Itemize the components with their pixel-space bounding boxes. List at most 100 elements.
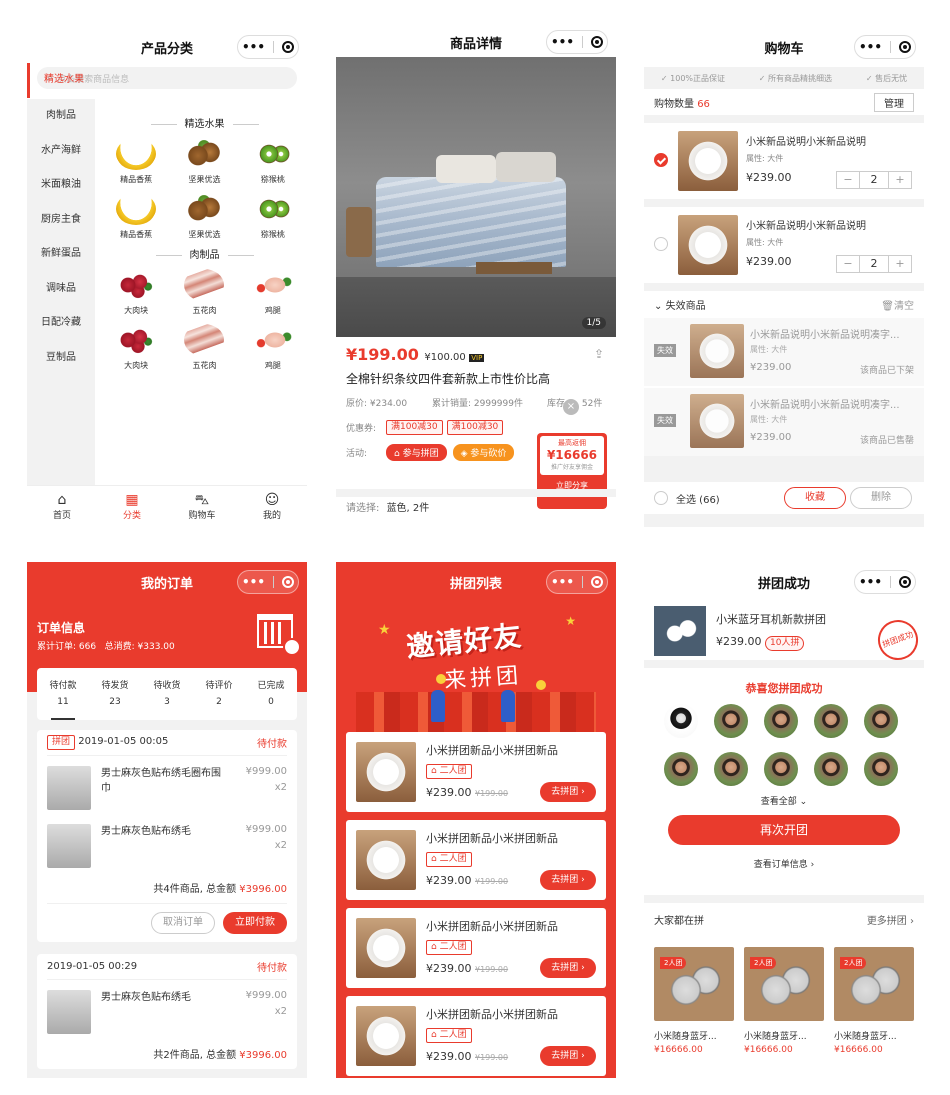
- cart-item[interactable]: 小米新品说明小米新品说明 属性: 大件 ¥239.00−2 +: [644, 207, 924, 283]
- tab-mine[interactable]: ☺ 我的: [237, 486, 307, 527]
- order-item[interactable]: 男士麻灰色贴布绣毛圈布围巾 ¥999.00 x2: [47, 762, 287, 814]
- group-item[interactable]: 小米拼团新品小米拼团新品 ⌂ 二人团 ¥239.00 ¥199.00 去拼团 ›: [346, 908, 606, 988]
- collect-button[interactable]: 收藏: [784, 487, 846, 509]
- sidebar-item[interactable]: 调味品: [27, 272, 95, 307]
- sidebar-item[interactable]: 豆制品: [27, 341, 95, 376]
- join-group-button[interactable]: 去拼团 ›: [540, 958, 596, 978]
- more-icon[interactable]: •••: [859, 40, 882, 54]
- capsule-menu[interactable]: •••: [546, 570, 608, 594]
- group-size-tag: ⌂ 二人团: [426, 764, 472, 779]
- minus-button[interactable]: −: [837, 172, 859, 188]
- invalid-item[interactable]: 失效 小米新品说明小米新品说明凑字... 属性: 大件 ¥239.00 该商品已下架: [644, 318, 924, 386]
- more-icon[interactable]: •••: [551, 35, 574, 49]
- close-target-icon[interactable]: [281, 41, 294, 53]
- category-product[interactable]: 精品香蕉: [102, 138, 170, 185]
- capsule-menu[interactable]: •••: [546, 30, 608, 54]
- coupon-tag[interactable]: 满100减30: [386, 420, 443, 435]
- order-tab[interactable]: 待发货 23: [89, 668, 141, 720]
- delete-button[interactable]: 删除: [850, 487, 912, 509]
- sidebar-item[interactable]: 精选水果: [27, 63, 95, 98]
- capsule-menu[interactable]: •••: [237, 570, 299, 594]
- recommend-item[interactable]: 2人团 小米随身蓝牙... ¥16666.00: [834, 947, 914, 1055]
- group-item[interactable]: 小米拼团新品小米拼团新品 ⌂ 二人团 ¥239.00 ¥199.00 去拼团 ›: [346, 820, 606, 900]
- share-icon[interactable]: ⇪: [594, 347, 604, 361]
- close-target-icon[interactable]: [898, 576, 911, 588]
- item-checkbox[interactable]: [654, 237, 668, 251]
- close-target-icon[interactable]: [590, 576, 603, 588]
- category-product[interactable]: 大肉块: [102, 269, 170, 316]
- spec-selector[interactable]: 请选择: 蓝色, 2件: [346, 497, 429, 521]
- more-group-link[interactable]: 更多拼团 ›: [867, 912, 914, 927]
- order-tab[interactable]: 待评价 2: [193, 668, 245, 720]
- capsule-menu[interactable]: •••: [854, 570, 916, 594]
- more-icon[interactable]: •••: [242, 40, 265, 54]
- cart-item[interactable]: 小米新品说明小米新品说明 属性: 大件 ¥239.00−2 +: [644, 123, 924, 199]
- category-product[interactable]: 五花肉: [170, 324, 238, 371]
- order-tab[interactable]: 已完成 0: [245, 668, 297, 720]
- recommend-item[interactable]: 2人团 小米随身蓝牙... ¥16666.00: [654, 947, 734, 1055]
- tab-category[interactable]: ▦ 分类: [97, 486, 167, 527]
- more-icon[interactable]: •••: [859, 575, 882, 589]
- plus-button[interactable]: +: [889, 172, 911, 188]
- join-group-button[interactable]: 去拼团 ›: [540, 1046, 596, 1066]
- order-item[interactable]: 男士麻灰色贴布绣毛 ¥999.00 x2: [47, 986, 287, 1038]
- view-all-link[interactable]: 查看全部 ⌄: [644, 794, 924, 807]
- more-icon[interactable]: •••: [551, 575, 574, 589]
- quantity-stepper[interactable]: −2 +: [836, 171, 912, 189]
- minus-button[interactable]: −: [837, 256, 859, 272]
- close-popup-icon[interactable]: ×: [563, 399, 579, 415]
- join-group-button[interactable]: 去拼团 ›: [540, 782, 596, 802]
- reopen-button[interactable]: 再次开团: [668, 815, 900, 845]
- tab-home[interactable]: ⌂ 首页: [27, 486, 97, 527]
- sidebar-item[interactable]: 厨房主食: [27, 203, 95, 238]
- order-tab[interactable]: 待收货 3: [141, 668, 193, 720]
- category-product[interactable]: 精品香蕉: [102, 193, 170, 240]
- category-product[interactable]: 鸡腿: [239, 269, 307, 316]
- join-group-button[interactable]: 去拼团 ›: [540, 870, 596, 890]
- view-order-link[interactable]: 查看订单信息 ›: [644, 857, 924, 870]
- group-item[interactable]: 小米拼团新品小米拼团新品 ⌂ 二人团 ¥239.00 ¥199.00 去拼团 ›: [346, 996, 606, 1076]
- category-product[interactable]: 鸡腿: [239, 324, 307, 371]
- pay-now-button[interactable]: 立即付款: [223, 912, 287, 934]
- category-product[interactable]: 猕猴桃: [239, 193, 307, 240]
- capsule-menu[interactable]: •••: [854, 35, 916, 59]
- quantity-stepper[interactable]: −2 +: [836, 255, 912, 273]
- item-checkbox[interactable]: [654, 153, 668, 167]
- sidebar-item[interactable]: 日配冷藏: [27, 306, 95, 341]
- product-name: 全棉针织条纹四件套新款上市性价比高: [346, 372, 551, 386]
- category-product[interactable]: 坚果优选: [170, 138, 238, 185]
- category-product[interactable]: 大肉块: [102, 324, 170, 371]
- clear-button[interactable]: 🗑清空: [881, 297, 914, 312]
- invalid-item[interactable]: 失效 小米新品说明小米新品说明凑字... 属性: 大件 ¥239.00 该商品已售罄: [644, 388, 924, 456]
- group-buy-button[interactable]: ⌂ 参与拼团: [386, 444, 447, 461]
- group-item[interactable]: 小米拼团新品小米拼团新品 ⌂ 二人团 ¥239.00 ¥199.00 去拼团 ›: [346, 732, 606, 812]
- order-item[interactable]: 男士麻灰色贴布绣毛 ¥999.00 x2: [47, 820, 287, 872]
- sidebar-item[interactable]: 肉制品: [27, 99, 95, 134]
- capsule-menu[interactable]: •••: [237, 35, 299, 59]
- tab-cart[interactable]: ⛍ 购物车: [167, 486, 237, 527]
- plus-button[interactable]: +: [889, 256, 911, 272]
- sidebar-item[interactable]: 新鲜蛋品: [27, 237, 95, 272]
- category-product[interactable]: 猕猴桃: [239, 138, 307, 185]
- cancel-order-button[interactable]: 取消订单: [151, 912, 215, 934]
- product-image[interactable]: 1/5: [336, 57, 616, 337]
- order-card[interactable]: 2019-01-05 00:29 待付款 男士麻灰色贴布绣毛 ¥999.00 x2 共2件…: [37, 954, 297, 1069]
- recommend-item[interactable]: 2人团 小米随身蓝牙... ¥16666.00: [744, 947, 824, 1055]
- coupon-tag[interactable]: 满100减30: [446, 420, 504, 435]
- close-target-icon[interactable]: [590, 36, 603, 48]
- more-icon[interactable]: •••: [242, 575, 265, 589]
- close-target-icon[interactable]: [898, 41, 911, 53]
- category-product[interactable]: 坚果优选: [170, 193, 238, 240]
- bargain-button[interactable]: ◈ 参与砍价: [452, 444, 515, 461]
- category-product[interactable]: 五花肉: [170, 269, 238, 316]
- check-circle-icon: ✓: [660, 73, 668, 83]
- group-product[interactable]: 小米蓝牙耳机新款拼团 ¥239.00 10人拼 拼团成功: [644, 602, 924, 668]
- manage-button[interactable]: 管理: [874, 92, 914, 112]
- order-card[interactable]: 拼团 2019-01-05 00:05 待付款 男士麻灰色贴布绣毛圈布围巾 ¥999.…: [37, 730, 297, 942]
- sidebar-item[interactable]: 米面粮油: [27, 168, 95, 203]
- sidebar-item[interactable]: 水产海鲜: [27, 134, 95, 169]
- close-target-icon[interactable]: [281, 576, 294, 588]
- select-all-checkbox[interactable]: [654, 491, 668, 505]
- cart-icon: ⛍: [194, 492, 210, 508]
- order-tab[interactable]: 待付款 11: [37, 668, 89, 720]
